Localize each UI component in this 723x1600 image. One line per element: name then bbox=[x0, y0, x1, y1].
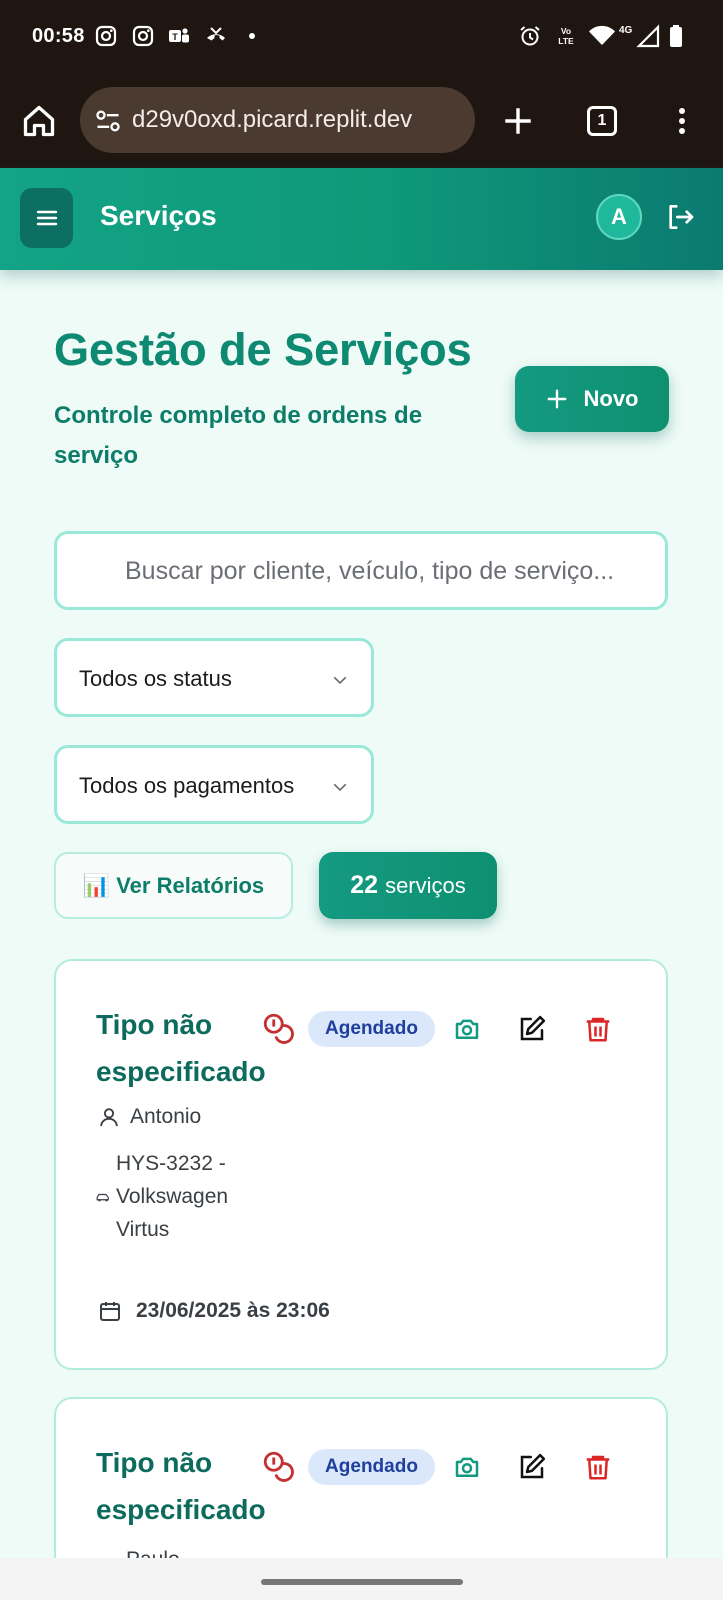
dot-icon bbox=[249, 33, 255, 39]
url-text: d29v0oxd.picard.replit.dev bbox=[132, 106, 413, 133]
svg-text:T: T bbox=[172, 32, 178, 42]
browser-menu-button[interactable] bbox=[660, 99, 704, 143]
delete-icon[interactable] bbox=[583, 1452, 613, 1482]
coins-icon bbox=[263, 1451, 294, 1482]
edit-icon[interactable] bbox=[517, 1014, 547, 1044]
status-badge: Agendado bbox=[308, 1011, 435, 1047]
volte-icon: VoLTE bbox=[558, 26, 574, 46]
tab-count: 1 bbox=[587, 106, 617, 136]
svg-text:LTE: LTE bbox=[558, 36, 574, 46]
service-count-label: serviços bbox=[385, 872, 466, 898]
coins-icon bbox=[263, 1013, 294, 1044]
missed-call-icon bbox=[207, 27, 225, 41]
chevron-down-icon bbox=[333, 676, 347, 685]
page-title: Gestão de Serviços bbox=[54, 324, 472, 375]
menu-button[interactable] bbox=[20, 188, 73, 248]
home-button[interactable] bbox=[17, 99, 61, 143]
client-name: Antonio bbox=[130, 1105, 202, 1128]
browser-toolbar: d29v0oxd.picard.replit.dev 1 bbox=[0, 76, 723, 168]
payment-filter-select[interactable]: Todos os pagamentos bbox=[54, 745, 374, 824]
battery-icon bbox=[670, 25, 682, 47]
service-count-badge: 22 serviços bbox=[319, 852, 497, 919]
avatar[interactable]: A bbox=[596, 194, 642, 240]
site-settings-icon[interactable] bbox=[94, 107, 122, 135]
more-vert-icon bbox=[679, 108, 685, 134]
teams-icon: T bbox=[169, 28, 189, 43]
status-filter-select[interactable]: Todos os status bbox=[54, 638, 374, 717]
plus-icon bbox=[547, 389, 566, 409]
tab-switcher-button[interactable]: 1 bbox=[580, 99, 624, 143]
home-gesture-handle[interactable] bbox=[261, 1579, 463, 1585]
status-bar: 00:58 T Vo LTE 4G bbox=[0, 0, 723, 76]
home-icon bbox=[23, 105, 55, 137]
chevron-down-icon bbox=[333, 783, 347, 792]
delete-icon[interactable] bbox=[583, 1014, 613, 1044]
new-button-label: Novo bbox=[583, 386, 639, 411]
date-row: 23/06/2025 às 23:06 bbox=[98, 1299, 330, 1323]
search-box bbox=[54, 531, 668, 610]
address-bar[interactable]: d29v0oxd.picard.replit.dev bbox=[80, 87, 475, 153]
wifi-icon bbox=[589, 25, 615, 45]
status-filter-value: Todos os status bbox=[79, 666, 232, 691]
gesture-bar bbox=[0, 1558, 723, 1600]
service-title: Tipo não especificado bbox=[96, 1009, 266, 1087]
header-title: Serviços bbox=[100, 200, 217, 231]
reports-button-label: Ver Relatórios bbox=[116, 872, 265, 898]
hamburger-icon bbox=[36, 210, 57, 226]
service-card[interactable]: Tipo não especificado Agendado Antonio H… bbox=[54, 959, 668, 1370]
camera-icon[interactable] bbox=[452, 1452, 482, 1482]
instagram-icon bbox=[132, 25, 154, 47]
logout-icon[interactable] bbox=[664, 201, 696, 233]
calendar-icon bbox=[100, 1302, 120, 1321]
new-tab-button[interactable] bbox=[496, 99, 540, 143]
edit-icon[interactable] bbox=[517, 1452, 547, 1482]
status-badge: Agendado bbox=[308, 1449, 435, 1485]
vehicle-info: HYS-3232 - Volkswagen Virtus bbox=[116, 1152, 229, 1241]
car-icon bbox=[96, 1193, 109, 1202]
search-input[interactable] bbox=[125, 552, 655, 590]
service-datetime: 23/06/2025 às 23:06 bbox=[136, 1299, 330, 1322]
reports-button[interactable]: 📊 Ver Relatórios bbox=[54, 852, 293, 919]
alarm-icon bbox=[520, 26, 540, 46]
svg-text:4G: 4G bbox=[619, 25, 633, 36]
client-row: Antonio bbox=[98, 1105, 201, 1129]
service-count-number: 22 bbox=[350, 871, 379, 899]
plus-icon bbox=[505, 108, 531, 134]
payment-filter-value: Todos os pagamentos bbox=[79, 773, 295, 798]
app-header: Serviços A bbox=[0, 168, 723, 270]
page-subtitle: Controle completo de ordens de serviço bbox=[54, 402, 423, 469]
chart-icon: 📊 bbox=[82, 872, 111, 898]
instagram-icon bbox=[95, 25, 117, 47]
user-icon bbox=[100, 1108, 118, 1127]
new-service-button[interactable]: Novo bbox=[515, 366, 669, 432]
camera-icon[interactable] bbox=[452, 1014, 482, 1044]
signal-4g-icon: 4G bbox=[619, 24, 660, 48]
status-time: 00:58 bbox=[32, 25, 85, 47]
svg-text:Vo: Vo bbox=[561, 26, 571, 36]
service-title: Tipo não especificado bbox=[96, 1447, 266, 1525]
